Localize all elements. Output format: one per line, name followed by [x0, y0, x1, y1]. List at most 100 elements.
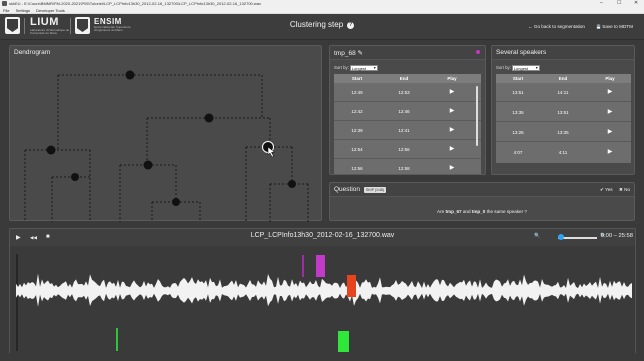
yes-button[interactable]: ✔ Yes — [600, 186, 613, 193]
table-scrollbar[interactable] — [476, 86, 478, 146]
segment-end: 13:51 — [557, 110, 569, 115]
segment-end: 4:11 — [558, 150, 568, 155]
step-title-text: Clustering step — [289, 20, 344, 29]
yes-label: Yes — [605, 187, 613, 192]
question-panel: Question SKIP (1/48) ✔ Yes ✖ No Are tmp_… — [329, 182, 635, 221]
segment-end: 12:41 — [398, 128, 410, 133]
play-icon[interactable]: ▶ — [432, 164, 472, 171]
table-row: 12:56 12:58 ▶ — [334, 159, 481, 174]
app-icon — [2, 1, 7, 6]
table-row: 12:39 12:41 ▶ — [334, 121, 481, 140]
minimize-icon[interactable]: – — [600, 0, 603, 7]
segment-start: 13:35 — [512, 110, 524, 115]
column-header-play: Play — [447, 76, 457, 81]
column-header-end: End — [558, 76, 568, 81]
question-suffix: the same speaker ? — [486, 209, 527, 214]
table-header: Start End Play — [496, 74, 631, 83]
speaker-panel-header: tmp_68 ✎ — [330, 46, 485, 60]
play-icon[interactable]: ▶ — [590, 128, 630, 135]
table-row: 13:51 14:11 ▶ — [496, 83, 631, 102]
sort-label: Sort by: — [334, 65, 349, 71]
segments-table: Start End Play 13:51 14:11 ▶ 13:35 13:51… — [496, 74, 631, 163]
question-middle: and — [462, 209, 471, 214]
maximize-icon[interactable]: ☐ — [617, 0, 621, 7]
cluster-node[interactable] — [46, 145, 56, 155]
save-to-mdtm-button[interactable]: 💾 Save to MDTM — [593, 22, 636, 32]
several-speakers-title: Several speakers — [496, 49, 547, 56]
cross-icon: ✖ — [619, 187, 623, 192]
cluster-node[interactable] — [71, 173, 79, 181]
question-text: Are tmp_67 and tmp_0 the same speaker ? — [330, 209, 634, 214]
dendrogram-chart[interactable] — [10, 46, 323, 222]
play-icon[interactable]: ▶ — [432, 88, 472, 95]
segment-end: 12:58 — [398, 166, 410, 171]
edit-name-icon[interactable]: ✎ — [358, 50, 363, 57]
several-speakers-panel: Several speakers Sort by:Longest Start E… — [491, 45, 635, 175]
play-icon[interactable]: ▶ — [432, 107, 472, 114]
play-icon[interactable]: ▶ — [432, 126, 472, 133]
play-icon[interactable]: ▶ — [590, 88, 630, 95]
segment-end: 14:11 — [557, 90, 569, 95]
segment-start: 12:56 — [351, 166, 363, 171]
zoom-out-icon[interactable]: 🔍 — [534, 233, 540, 239]
play-icon[interactable]: ▶ — [590, 108, 630, 115]
sort-select[interactable]: Longest — [511, 65, 540, 71]
menu-developer-tools[interactable]: Developer Tools — [36, 8, 65, 13]
column-header-start: Start — [351, 76, 363, 81]
column-header-start: Start — [512, 76, 524, 81]
arrow-left-icon: ← — [528, 24, 533, 29]
help-icon[interactable]: ? — [347, 22, 355, 29]
lium-logo-subtitle: Laboratoire d'Informatique de l'Universi… — [30, 29, 70, 35]
cluster-node[interactable] — [143, 160, 153, 170]
sort-control: Sort by: Longest — [334, 65, 378, 71]
cluster-node[interactable] — [288, 180, 296, 188]
segment-start: 12:54 — [351, 147, 363, 152]
speaker-name: tmp_68 — [334, 50, 356, 57]
play-icon[interactable]: ▶ — [590, 148, 630, 155]
segment-marker[interactable] — [302, 255, 304, 277]
segment-marker[interactable] — [338, 331, 349, 352]
speaker-a: tmp_67 — [445, 209, 462, 214]
segment-start: 12:39 — [351, 128, 363, 133]
save-label: Save to MDTM — [602, 24, 633, 29]
no-button[interactable]: ✖ No — [619, 186, 630, 193]
column-header-play: Play — [605, 76, 615, 81]
play-icon[interactable]: ▶ — [432, 145, 472, 152]
table-row: 13:26 13:35 ▶ — [496, 123, 631, 142]
zoom-slider-handle[interactable] — [558, 234, 564, 240]
table-row: 12:49 12:53 ▶ — [334, 83, 481, 102]
cluster-node[interactable] — [125, 70, 135, 80]
segment-end: 12:46 — [398, 109, 410, 114]
waveform[interactable] — [10, 246, 635, 354]
segment-start: 4:07 — [513, 150, 523, 155]
speaker-panel: tmp_68 ✎ Sort by:Longest Start End Play … — [329, 45, 486, 175]
cluster-node[interactable] — [204, 113, 214, 123]
segment-start: 13:26 — [512, 130, 524, 135]
time-readout: 0:00 – 25:58 — [600, 233, 633, 239]
no-label: No — [624, 187, 631, 192]
segment-marker[interactable] — [347, 275, 356, 297]
segment-start: 12:42 — [351, 109, 363, 114]
table-row: 13:35 13:51 ▶ — [496, 103, 631, 122]
skip-badge[interactable]: SKIP (1/48) — [364, 187, 387, 193]
speaker-b: tmp_0 — [471, 209, 486, 214]
cluster-node[interactable] — [172, 198, 180, 206]
check-icon: ✔ — [600, 187, 604, 192]
segment-marker[interactable] — [316, 255, 325, 277]
menu-file[interactable]: File — [3, 8, 9, 13]
table-row: 12:42 12:46 ▶ — [334, 102, 481, 121]
sort-select[interactable]: Longest — [349, 65, 378, 71]
dendrogram-panel: Dendrogram — [9, 45, 323, 222]
menu-bar: File Settings Developer Tools — [0, 7, 644, 14]
segment-end: 12:56 — [398, 147, 410, 152]
question-prefix: Are — [437, 209, 445, 214]
audio-filename: LCP_LCPInfo13h30_2012-02-16_132700.wav — [250, 232, 395, 239]
segment-marker[interactable] — [116, 328, 118, 351]
several-speakers-header: Several speakers — [492, 46, 634, 60]
go-back-segmentation-button[interactable]: ← Go back to segmentation — [525, 22, 588, 32]
close-window-icon[interactable]: ✕ — [634, 0, 638, 7]
window-title-bar: skkEU - E:\Cours\BMMR\FM-2020-2021\P05\T… — [0, 0, 644, 7]
table-row: 4:07 4:11 ▶ — [496, 143, 631, 162]
window-title: skkEU - E:\Cours\BMMR\FM-2020-2021\P05\T… — [9, 1, 262, 6]
menu-settings[interactable]: Settings — [16, 8, 30, 13]
